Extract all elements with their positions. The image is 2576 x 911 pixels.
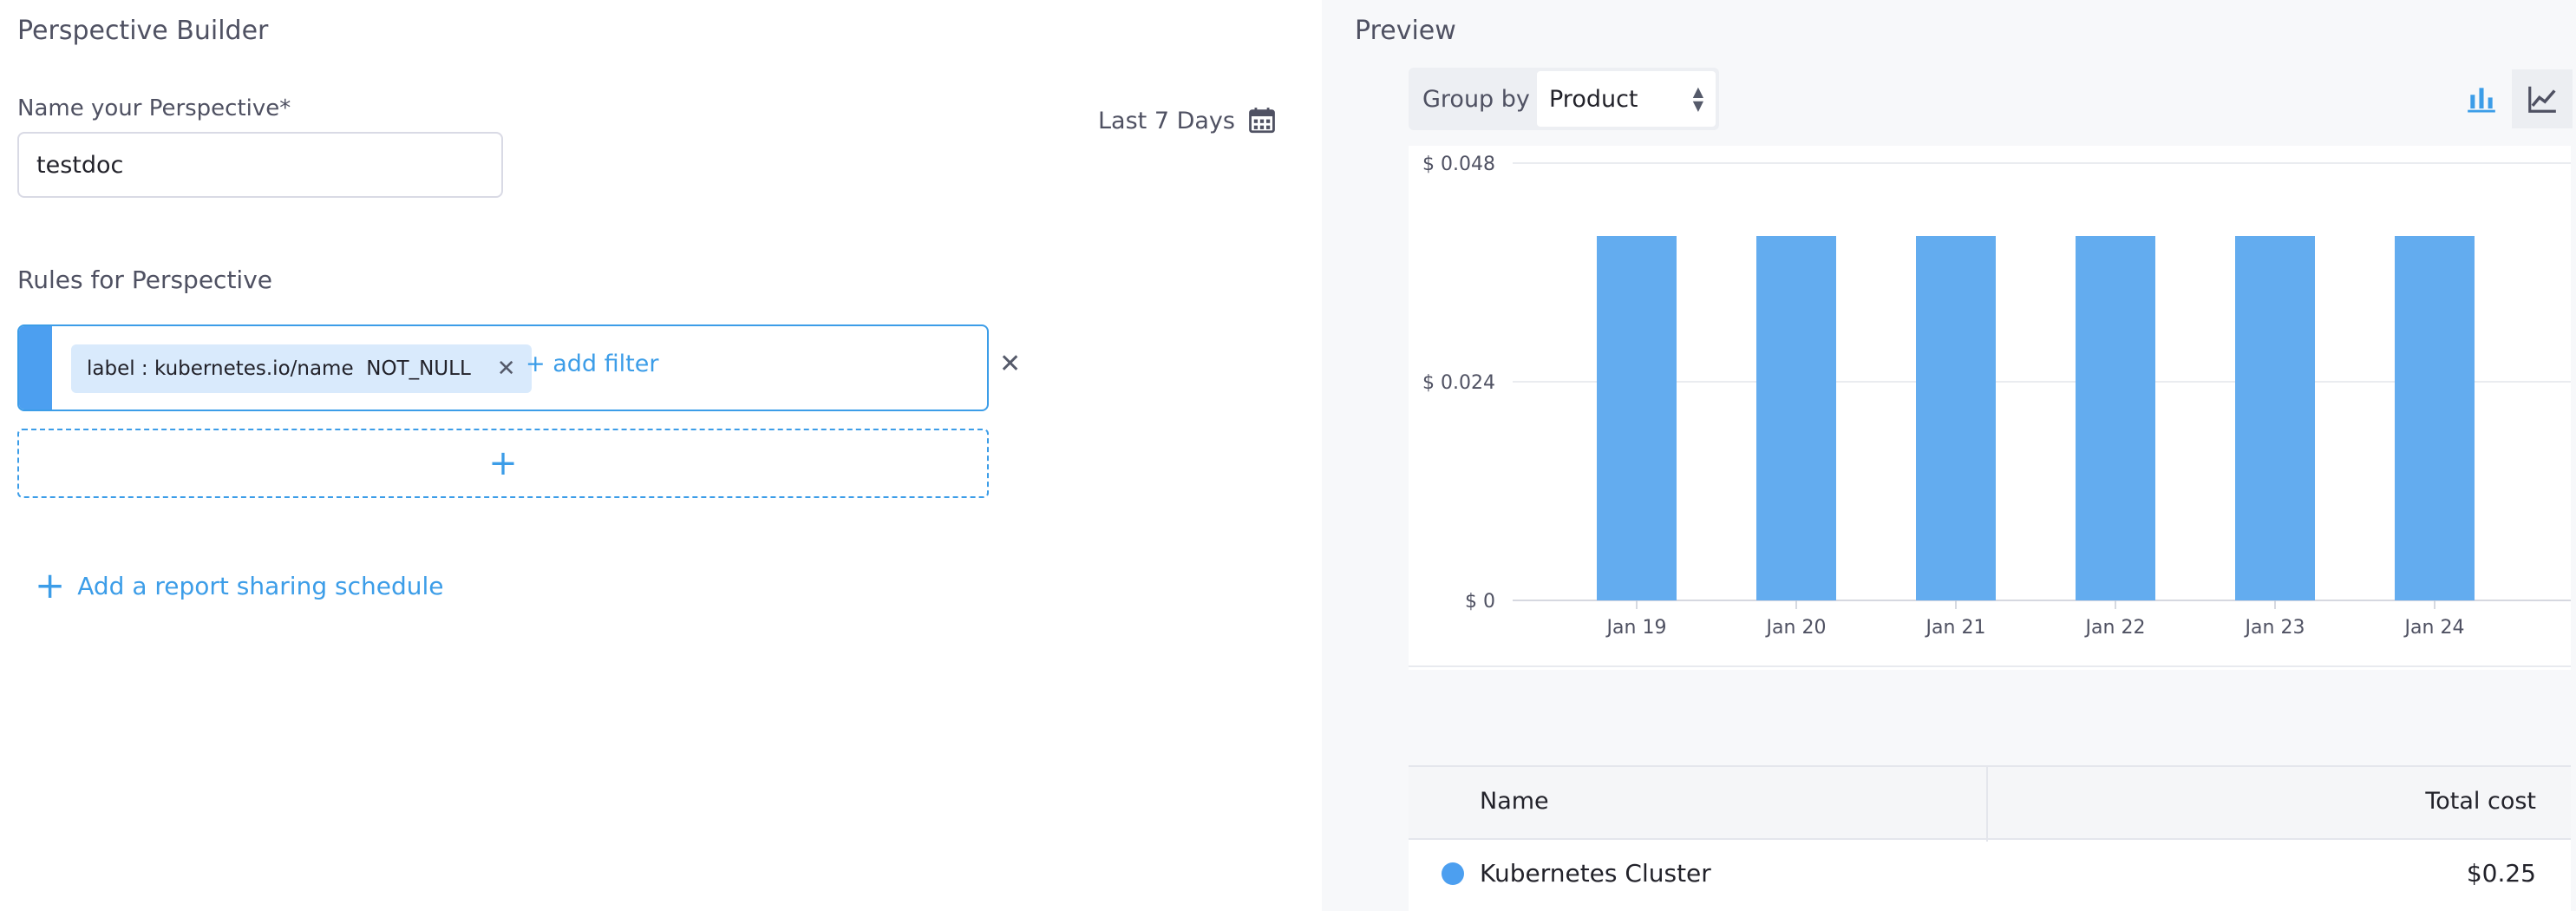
bar (2076, 236, 2155, 600)
rules-title: Rules for Perspective (17, 265, 272, 294)
y-tick-label: $ 0.024 (1422, 372, 1495, 394)
bar (2395, 236, 2475, 600)
preview-title: Preview (1355, 16, 1456, 46)
bar (2235, 236, 2315, 600)
group-by-select[interactable]: Product ▲ ▼ (1537, 71, 1716, 127)
select-arrows-icon: ▲ ▼ (1692, 83, 1703, 114)
preview-panel: Preview Group by Product ▲ ▼ $ 0 $ 0.024 $ … (1322, 0, 2576, 911)
y-tick-label: $ 0.048 (1422, 154, 1495, 175)
filter-chip-label: label : kubernetes.io/name NOT_NULL (87, 357, 471, 380)
filter-chip[interactable]: label : kubernetes.io/name NOT_NULL ✕ (71, 344, 532, 393)
x-tick-label: Jan 21 (1925, 617, 1986, 639)
x-tick-label: Jan 23 (2244, 617, 2305, 639)
group-by-control: Group by Product ▲ ▼ (1409, 68, 1719, 130)
table-header: Name Total cost (1409, 765, 2571, 842)
add-rule-button[interactable]: + (17, 429, 989, 498)
bar (1756, 236, 1836, 600)
cost-table: Name Total cost Kubernetes Cluster $0.25 (1409, 765, 2571, 911)
series-color-dot (1442, 862, 1464, 885)
cost-chart: $ 0 $ 0.024 $ 0.048 Jan 19 Jan 20 Jan 21 Jan 2… (1409, 146, 2571, 670)
y-tick-label: $ 0 (1465, 591, 1495, 613)
row-name: Kubernetes Cluster (1480, 859, 1711, 888)
add-schedule-link[interactable]: + Add a report sharing schedule (35, 567, 443, 604)
add-schedule-label: Add a report sharing schedule (77, 571, 444, 600)
page-title: Perspective Builder (17, 16, 269, 46)
bar-chart: $ 0 $ 0.024 $ 0.048 Jan 19 Jan 20 Jan 21 Jan 2… (1409, 154, 2571, 667)
calendar-icon (1249, 108, 1275, 134)
date-range-picker[interactable]: Last 7 Days (1098, 106, 1277, 135)
perspective-name-input[interactable] (17, 132, 503, 198)
x-tick-label: Jan 22 (2084, 617, 2146, 639)
table-row[interactable]: Kubernetes Cluster $0.25 (1409, 840, 2571, 911)
x-tick-label: Jan 19 (1605, 617, 1667, 639)
line-chart-toggle[interactable] (2512, 69, 2573, 128)
bar-chart-toggle[interactable] (2451, 69, 2512, 128)
bar (1597, 236, 1677, 600)
column-header-name[interactable]: Name (1480, 788, 1549, 815)
rule-drag-handle[interactable] (19, 326, 52, 410)
x-tick-label: Jan 20 (1765, 617, 1827, 639)
perspective-name-label: Name your Perspective* (17, 95, 291, 121)
column-header-total-cost[interactable]: Total cost (2425, 788, 2536, 815)
delete-rule-icon[interactable]: ✕ (999, 349, 1021, 379)
remove-filter-icon[interactable]: ✕ (497, 356, 516, 382)
bar-chart-icon (2468, 88, 2495, 113)
group-by-label: Group by (1422, 85, 1530, 113)
bar (1916, 236, 1996, 600)
rule-row: label : kubernetes.io/name NOT_NULL ✕ + … (17, 324, 989, 411)
line-chart-icon (2528, 86, 2556, 113)
group-by-value: Product (1549, 85, 1638, 113)
x-tick-label: Jan 24 (2403, 617, 2465, 639)
date-range-label: Last 7 Days (1098, 107, 1235, 134)
add-filter-link[interactable]: + add filter (526, 351, 658, 377)
column-divider (1986, 767, 1988, 842)
perspective-builder-panel: Perspective Builder Name your Perspectiv… (0, 0, 1322, 911)
row-total-cost: $0.25 (2466, 859, 2536, 888)
plus-icon: + (35, 564, 66, 606)
